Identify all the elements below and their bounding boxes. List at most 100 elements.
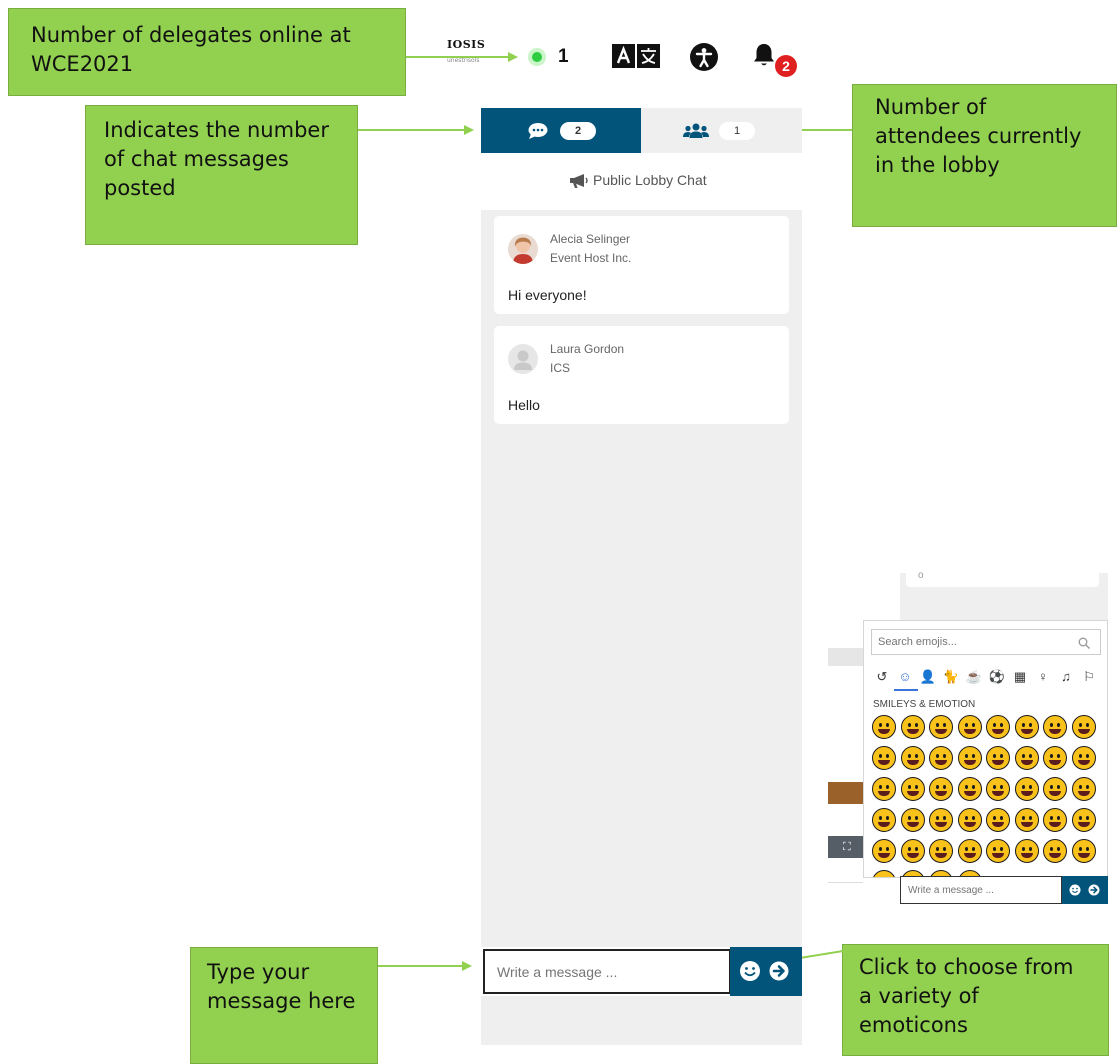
translate-icon[interactable] [612,44,660,68]
activity-icon[interactable]: ⚽ [988,668,1006,686]
users-icon [683,123,709,138]
emoji-item[interactable] [1043,715,1067,739]
lobby-header: Public Lobby Chat [481,153,802,210]
emoji-item[interactable] [957,777,982,801]
callout-type-message: Type your message here [190,947,378,1064]
emoji-picker-button[interactable] [739,960,761,982]
emoji-item[interactable] [986,839,1010,863]
emoji-item[interactable] [986,746,1010,770]
emoji-item[interactable] [900,777,925,801]
tab-lobby-attendees[interactable]: 1 [641,108,802,153]
emoji-item[interactable] [1014,715,1039,739]
emoji-item[interactable] [872,870,896,877]
message-input-bar [481,947,802,996]
emoji-item[interactable] [900,715,925,739]
input-actions [730,947,802,996]
emoji-search-input[interactable] [871,629,1101,655]
inset-message-card [906,573,1099,587]
emoji-item[interactable] [1043,746,1067,770]
emoji-category-tabs: ↺ ☺ 👤 🐈 ☕ ⚽ ▦ ♀ ♫ ⚐ [873,668,1103,688]
emoji-item[interactable] [957,839,982,863]
event-logo[interactable]: IOSIS unestrisols [447,38,491,64]
sender-name: Alecia Selinger [550,232,631,246]
callout-chat-count: Indicates the number of chat messages po… [85,105,358,245]
callout-emoticons: Click to choose from a variety of emotic… [842,944,1109,1056]
emoji-item[interactable] [1071,746,1096,770]
chat-panel: 2 1 Public Lobby Chat Alecia Selinger Ev… [481,108,802,1045]
emoji-item[interactable] [872,746,896,770]
emoji-item[interactable] [986,777,1010,801]
emoji-item[interactable] [1014,808,1039,832]
emoji-grid [872,715,1104,877]
inset-input-actions [1062,876,1108,904]
recent-icon[interactable]: ↺ [873,668,891,686]
tab-chat[interactable]: 2 [481,108,641,153]
emoji-item[interactable] [1043,839,1067,863]
emoji-item[interactable] [872,715,896,739]
food-icon[interactable]: ☕ [965,668,983,686]
emoji-item[interactable] [1071,715,1096,739]
message-text: Hi everyone! [508,287,587,303]
emoji-picker: ↺ ☺ 👤 🐈 ☕ ⚽ ▦ ♀ ♫ ⚐ SMILEYS & EMOTION [863,620,1108,878]
online-count: 1 [558,46,569,67]
chat-tabs: 2 1 [481,108,802,153]
chat-message: Alecia Selinger Event Host Inc. Hi every… [494,216,789,314]
notification-bell-icon[interactable] [752,42,776,68]
emoji-item[interactable] [872,839,896,863]
message-text: Hello [508,397,540,413]
emoji-item[interactable] [1043,808,1067,832]
emoji-item[interactable] [957,808,982,832]
lobby-title: Public Lobby Chat [593,172,707,188]
logo-text: IOSIS [447,38,486,51]
inset-divider [828,882,863,883]
emoji-item[interactable] [1071,777,1096,801]
emoji-item[interactable] [1071,839,1096,863]
emoji-item[interactable] [1014,746,1039,770]
inset-background-bar [828,648,863,666]
emoji-item[interactable] [900,746,925,770]
search-icon [1078,637,1090,649]
emoji-item[interactable] [900,808,925,832]
emoji-item[interactable] [929,777,953,801]
fullscreen-icon: ⛶ [843,841,851,853]
emoji-item[interactable] [872,808,896,832]
accessibility-icon[interactable] [690,43,718,71]
notification-badge: 2 [775,55,797,77]
inset-background-bar [828,782,863,804]
emoji-item[interactable] [1014,777,1039,801]
emoji-item[interactable] [986,808,1010,832]
emoji-item[interactable] [1043,777,1067,801]
emoji-item[interactable] [1071,808,1096,832]
category-active-indicator [894,689,918,691]
emoji-item[interactable] [957,746,982,770]
emoji-category-label: SMILEYS & EMOTION [873,699,976,710]
emoji-item[interactable] [1014,839,1039,863]
person-icon[interactable]: 👤 [919,668,937,686]
emoji-item[interactable] [929,808,953,832]
building-icon[interactable]: ▦ [1011,668,1029,686]
chat-message: Laura Gordon ICS Hello [494,326,789,424]
emoji-item[interactable] [986,715,1010,739]
callout-lobby-count: Number of attendees currently in the lob… [852,84,1117,227]
inset-emoji-button[interactable] [1069,884,1081,896]
inset-message-input[interactable] [900,876,1062,904]
send-button[interactable] [769,961,789,981]
sender-name: Laura Gordon [550,342,625,356]
logo-subtext: unestrisols [447,57,480,64]
emoji-item[interactable] [929,746,953,770]
smiley-icon[interactable]: ☺ [896,668,914,686]
inset-send-button[interactable] [1088,884,1100,896]
object-icon[interactable]: ♀ [1034,668,1052,686]
emoji-item[interactable] [872,777,896,801]
message-input[interactable] [483,949,731,994]
emoji-item[interactable] [957,715,982,739]
sender-company: ICS [550,361,571,375]
music-icon[interactable]: ♫ [1057,668,1075,686]
emoji-item[interactable] [929,715,953,739]
online-status-icon [528,48,546,66]
emoji-item[interactable] [929,839,953,863]
callout-online-delegates: Number of delegates online at WCE2021 [8,8,406,96]
emoji-item[interactable] [900,839,925,863]
flag-icon[interactable]: ⚐ [1080,668,1098,686]
animal-icon[interactable]: 🐈 [942,668,960,686]
